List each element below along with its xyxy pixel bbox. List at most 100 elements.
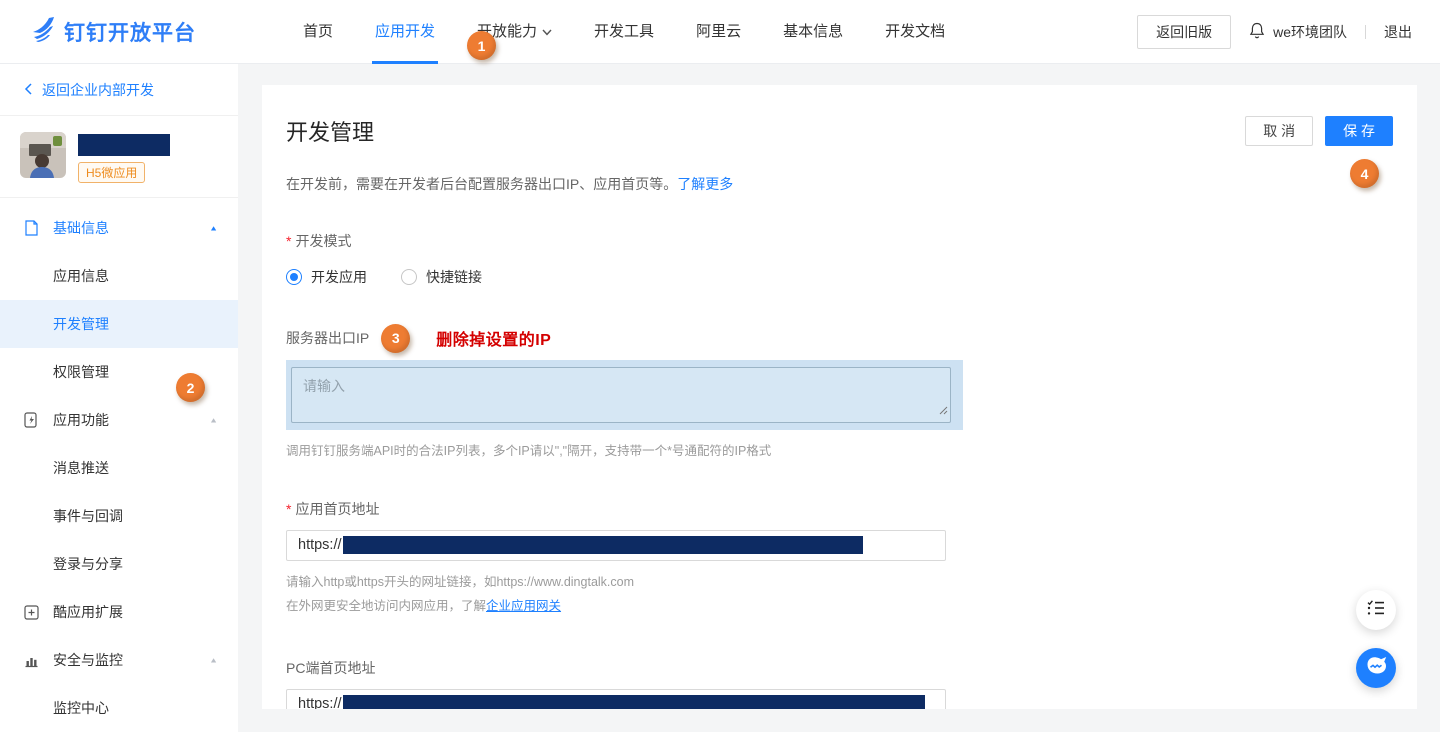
enterprise-gateway-link[interactable]: 企业应用网关 bbox=[486, 599, 561, 613]
sidebar-item-dev-management[interactable]: 开发管理 bbox=[0, 300, 238, 348]
header-divider bbox=[1365, 25, 1366, 39]
app-name-redacted bbox=[78, 134, 170, 156]
required-mark: * bbox=[286, 501, 291, 517]
cool-app-icon bbox=[24, 604, 40, 620]
back-link-label: 返回企业内部开发 bbox=[42, 80, 154, 100]
radio-develop-app[interactable]: 开发应用 bbox=[286, 267, 367, 287]
step-badge-4: 4 bbox=[1350, 159, 1379, 188]
checklist-icon bbox=[1367, 600, 1385, 621]
dingtalk-wing-icon bbox=[30, 15, 58, 48]
server-ip-label-row: 服务器出口IP 3 删除掉设置的IP bbox=[286, 323, 1393, 353]
sidebar-item-security-monitoring[interactable]: 安全与监控 ▲ bbox=[0, 636, 238, 684]
radio-quick-link[interactable]: 快捷链接 bbox=[401, 267, 482, 287]
sidebar-item-app-features[interactable]: 应用功能 ▲ bbox=[0, 396, 238, 444]
header-right: 返回旧版 we环境团队 退出 bbox=[1137, 15, 1412, 49]
dev-management-card: 取 消 保 存 4 开发管理 在开发前，需要在开发者后台配置服务器出口IP、应用… bbox=[262, 85, 1417, 709]
app-home-input[interactable]: https:// bbox=[286, 530, 946, 561]
sidebar-item-monitoring-center[interactable]: 监控中心 bbox=[0, 684, 238, 732]
dev-mode-label: * 开发模式 bbox=[286, 231, 1393, 251]
app-home-label: * 应用首页地址 bbox=[286, 499, 1393, 519]
main-area: 取 消 保 存 4 开发管理 在开发前，需要在开发者后台配置服务器出口IP、应用… bbox=[238, 64, 1440, 732]
top-header: 钉钉开放平台 首页 应用开发 开放能力 开发工具 阿里云 基本信息 开发文档 1… bbox=[0, 0, 1440, 64]
url-redacted bbox=[343, 536, 863, 554]
step-badge-3: 3 bbox=[381, 324, 410, 353]
app-type-tag: H5微应用 bbox=[78, 162, 145, 183]
back-to-old-version-button[interactable]: 返回旧版 bbox=[1137, 15, 1231, 49]
app-profile: H5微应用 bbox=[0, 116, 238, 198]
chevron-down-icon bbox=[542, 0, 552, 64]
dingtalk-open-platform-app: 钉钉开放平台 首页 应用开发 开放能力 开发工具 阿里云 基本信息 开发文档 1… bbox=[0, 0, 1440, 732]
menu-label: 安全与监控 bbox=[53, 650, 123, 670]
label-text: 应用首页地址 bbox=[295, 499, 379, 519]
todo-list-float-button[interactable] bbox=[1356, 590, 1396, 630]
radio-label: 开发应用 bbox=[311, 267, 367, 287]
menu-label: 基础信息 bbox=[53, 218, 109, 238]
learn-more-link[interactable]: 了解更多 bbox=[677, 176, 733, 192]
sidebar: 返回企业内部开发 H5微应用 bbox=[0, 64, 238, 732]
nav-item-label: 应用开发 bbox=[375, 23, 435, 40]
url-redacted bbox=[343, 695, 925, 709]
monitor-chart-icon bbox=[24, 652, 40, 668]
cancel-button[interactable]: 取 消 bbox=[1245, 116, 1313, 146]
dingtalk-float-icon bbox=[1364, 654, 1388, 683]
collapse-arrow-icon: ▲ bbox=[209, 224, 218, 232]
save-button[interactable]: 保 存 bbox=[1325, 116, 1393, 146]
menu-label: 应用功能 bbox=[53, 410, 109, 430]
sidebar-item-login-share[interactable]: 登录与分享 bbox=[0, 540, 238, 588]
sidebar-item-message-push[interactable]: 消息推送 bbox=[0, 444, 238, 492]
help-text: 在外网更安全地访问内网应用，了解 bbox=[286, 599, 486, 613]
account-area: we环境团队 bbox=[1249, 22, 1347, 42]
card-actions: 取 消 保 存 4 bbox=[1245, 116, 1393, 146]
menu-label: 开发管理 bbox=[53, 314, 109, 334]
team-name[interactable]: we环境团队 bbox=[1273, 22, 1347, 42]
page-description: 在开发前，需要在开发者后台配置服务器出口IP、应用首页等。了解更多 bbox=[286, 174, 1393, 194]
app-home-help2: 在外网更安全地访问内网应用，了解企业应用网关 bbox=[286, 596, 1393, 618]
collapse-arrow-icon: ▲ bbox=[209, 656, 218, 664]
pc-home-input[interactable]: https:// bbox=[286, 689, 946, 709]
radio-selected-icon bbox=[286, 269, 302, 285]
sidebar-item-events-callbacks[interactable]: 事件与回调 bbox=[0, 492, 238, 540]
sidebar-item-cool-app-extension[interactable]: 酷应用扩展 bbox=[0, 588, 238, 636]
server-ip-section: 服务器出口IP 3 删除掉设置的IP 调用钉钉服务端API时的合法IP列表，多个… bbox=[286, 323, 1393, 463]
dev-mode-section: * 开发模式 开发应用 快捷链接 bbox=[286, 231, 1393, 287]
url-prefix: https:// bbox=[298, 696, 342, 709]
main-nav: 首页 应用开发 开放能力 开发工具 阿里云 基本信息 开发文档 bbox=[282, 0, 966, 64]
nav-item-basic-info[interactable]: 基本信息 bbox=[762, 0, 864, 64]
server-ip-label: 服务器出口IP bbox=[286, 328, 369, 348]
menu-label: 酷应用扩展 bbox=[53, 602, 123, 622]
app-home-section: * 应用首页地址 https:// 请输入http或https开头的网址链接，如… bbox=[286, 499, 1393, 618]
nav-item-home[interactable]: 首页 bbox=[282, 0, 354, 64]
sidebar-menu: 基础信息 ▲ 应用信息 开发管理 2 权限管理 应用功能 ▲ 消息推送 事件与回… bbox=[0, 198, 238, 732]
nav-item-aliyun[interactable]: 阿里云 bbox=[675, 0, 762, 64]
nav-item-dev-docs[interactable]: 开发文档 bbox=[864, 0, 966, 64]
nav-item-dev-tools[interactable]: 开发工具 bbox=[573, 0, 675, 64]
chevron-left-icon bbox=[24, 82, 32, 98]
app-home-help1: 请输入http或https开头的网址链接，如https://www.dingta… bbox=[286, 572, 1393, 594]
description-text: 在开发前，需要在开发者后台配置服务器出口IP、应用首页等。 bbox=[286, 176, 677, 192]
sidebar-item-app-info[interactable]: 应用信息 bbox=[0, 252, 238, 300]
logo[interactable]: 钉钉开放平台 bbox=[30, 15, 196, 48]
logout-link[interactable]: 退出 bbox=[1384, 22, 1412, 42]
required-mark: * bbox=[286, 233, 291, 249]
logo-text: 钉钉开放平台 bbox=[64, 17, 196, 47]
bell-icon[interactable] bbox=[1249, 22, 1265, 42]
label-text: 开发模式 bbox=[295, 231, 351, 251]
sidebar-item-basic-info[interactable]: 基础信息 ▲ bbox=[0, 204, 238, 252]
server-ip-textarea[interactable] bbox=[291, 367, 951, 423]
page-title: 开发管理 bbox=[286, 115, 1393, 147]
step-badge-1: 1 bbox=[467, 31, 496, 60]
server-ip-highlight bbox=[286, 360, 963, 430]
delete-ip-annotation: 删除掉设置的IP bbox=[436, 326, 551, 350]
dingtalk-assistant-float-button[interactable] bbox=[1356, 648, 1396, 688]
back-to-internal-dev-link[interactable]: 返回企业内部开发 bbox=[0, 64, 238, 116]
radio-unselected-icon bbox=[401, 269, 417, 285]
server-ip-help: 调用钉钉服务端API时的合法IP列表，多个IP请以","隔开，支持带一个*号通配… bbox=[286, 441, 1393, 463]
app-avatar bbox=[20, 132, 66, 178]
pc-home-section: PC端首页地址 https:// 用户可以在PC版钉钉工作台上打开这个应用并显示… bbox=[286, 658, 1393, 709]
url-prefix: https:// bbox=[298, 537, 342, 553]
radio-label: 快捷链接 bbox=[426, 267, 482, 287]
step-badge-2: 2 bbox=[176, 373, 205, 402]
nav-item-app-dev[interactable]: 应用开发 bbox=[354, 0, 456, 64]
document-icon bbox=[24, 220, 40, 236]
dev-mode-options: 开发应用 快捷链接 bbox=[286, 267, 1393, 287]
